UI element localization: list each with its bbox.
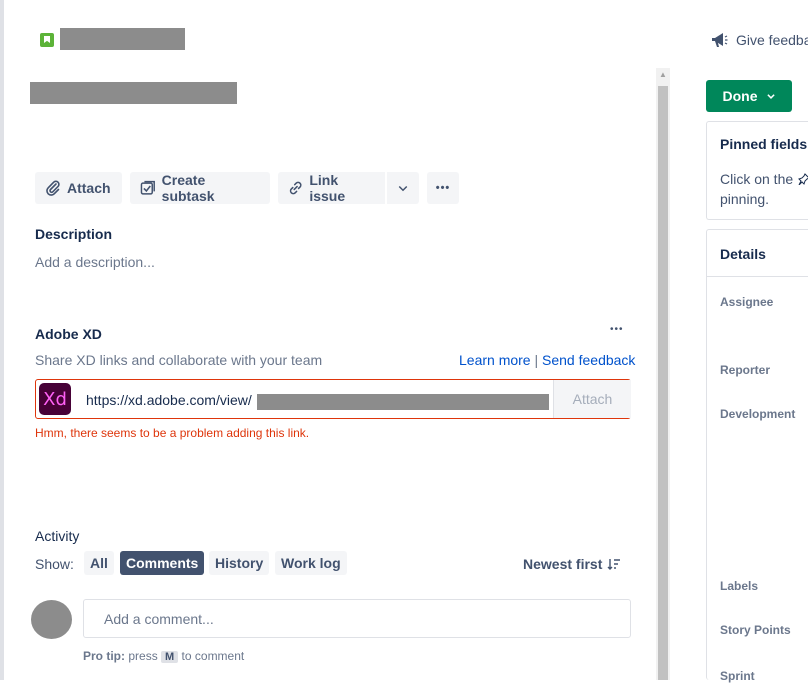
field-label-sprint: Sprint [720, 669, 755, 683]
filter-history[interactable]: History [209, 551, 270, 575]
chevron-down-icon [398, 185, 408, 192]
chevron-down-icon [766, 94, 775, 99]
comment-input[interactable]: Add a comment... [83, 599, 631, 638]
learn-more-link[interactable]: Learn more [459, 352, 531, 368]
field-label-reporter: Reporter [720, 363, 771, 377]
issue-title-redacted[interactable] [30, 82, 237, 104]
sort-button[interactable]: Newest first [523, 556, 621, 572]
adobe-xd-more-icon[interactable]: ••• [610, 324, 624, 335]
story-icon [40, 33, 54, 47]
filter-comments[interactable]: Comments [120, 551, 205, 575]
filter-all[interactable]: All [84, 551, 114, 575]
show-label: Show: [35, 556, 74, 572]
field-label-development: Development [720, 407, 796, 421]
field-label-story-points: Story Points [720, 623, 791, 637]
xd-url-redacted [257, 394, 549, 410]
pinned-hint-text: Click on the [720, 171, 794, 187]
link-issue-button[interactable]: Link issue [278, 172, 385, 204]
xd-url-value[interactable]: https://xd.adobe.com/view/ [86, 392, 252, 408]
link-issue-dropdown[interactable] [387, 172, 419, 204]
pro-tip-rest: to comment [181, 649, 245, 663]
scroll-up-arrow-icon[interactable]: ▲ [658, 70, 668, 82]
done-label: Done [722, 88, 758, 104]
create-subtask-label: Create subtask [161, 172, 215, 204]
pinned-hint: Click on the [720, 171, 808, 187]
xd-attach-button[interactable]: Attach [553, 380, 631, 418]
send-feedback-link[interactable]: Send feedback [542, 352, 635, 368]
subtask-icon [140, 180, 155, 195]
give-feedback-label: Give feedba [736, 32, 808, 48]
give-feedback-button[interactable]: Give feedba [710, 31, 808, 49]
xd-error-message: Hmm, there seems to be a problem adding … [35, 426, 310, 440]
link-icon [289, 181, 302, 195]
xd-link-input[interactable]: Xd https://xd.adobe.com/view/ Attach [35, 379, 631, 419]
more-icon: ••• [435, 182, 451, 194]
status-done-button[interactable]: Done [706, 80, 792, 112]
shortcut-key: M [161, 651, 179, 663]
pro-tip-label: Pro tip: [83, 649, 125, 663]
pinned-fields-card: Pinned fields Click on the pinning. [706, 121, 808, 220]
description-field[interactable]: Add a description... [35, 254, 155, 270]
scrollbar-thumb[interactable] [658, 86, 668, 680]
adobe-xd-links: Learn more | Send feedback [459, 352, 635, 368]
sort-label: Newest first [523, 556, 603, 572]
more-actions-button[interactable]: ••• [427, 172, 459, 204]
create-subtask-button[interactable]: Create subtask [130, 172, 270, 204]
pro-tip: Pro tip: press M to comment [83, 649, 244, 663]
link-separator: | [534, 352, 539, 368]
window-edge [0, 0, 4, 680]
activity-heading: Activity [35, 528, 80, 544]
paperclip-icon [46, 180, 60, 196]
field-label-labels: Labels [720, 579, 759, 593]
megaphone-icon [712, 33, 728, 47]
details-divider [707, 276, 808, 277]
sort-icon [607, 559, 621, 570]
link-issue-label: Link issue [309, 172, 346, 204]
adobe-xd-subtitle: Share XD links and collaborate with your… [35, 352, 323, 368]
filter-work-log[interactable]: Work log [275, 551, 347, 575]
attach-label: Attach [67, 180, 111, 196]
adobe-xd-logo-icon: Xd [39, 383, 71, 415]
avatar [31, 600, 72, 639]
adobe-xd-heading: Adobe XD [35, 326, 102, 342]
details-heading[interactable]: Details [720, 246, 766, 262]
description-heading: Description [35, 226, 113, 242]
pro-tip-press: press [128, 649, 158, 663]
issue-key-redacted[interactable] [60, 28, 185, 50]
field-label-assignee: Assignee [720, 295, 774, 309]
pinned-hint-end: pinning. [720, 191, 770, 207]
pinned-fields-heading: Pinned fields [720, 136, 808, 152]
attach-button[interactable]: Attach [35, 172, 122, 204]
pin-icon [798, 173, 808, 185]
